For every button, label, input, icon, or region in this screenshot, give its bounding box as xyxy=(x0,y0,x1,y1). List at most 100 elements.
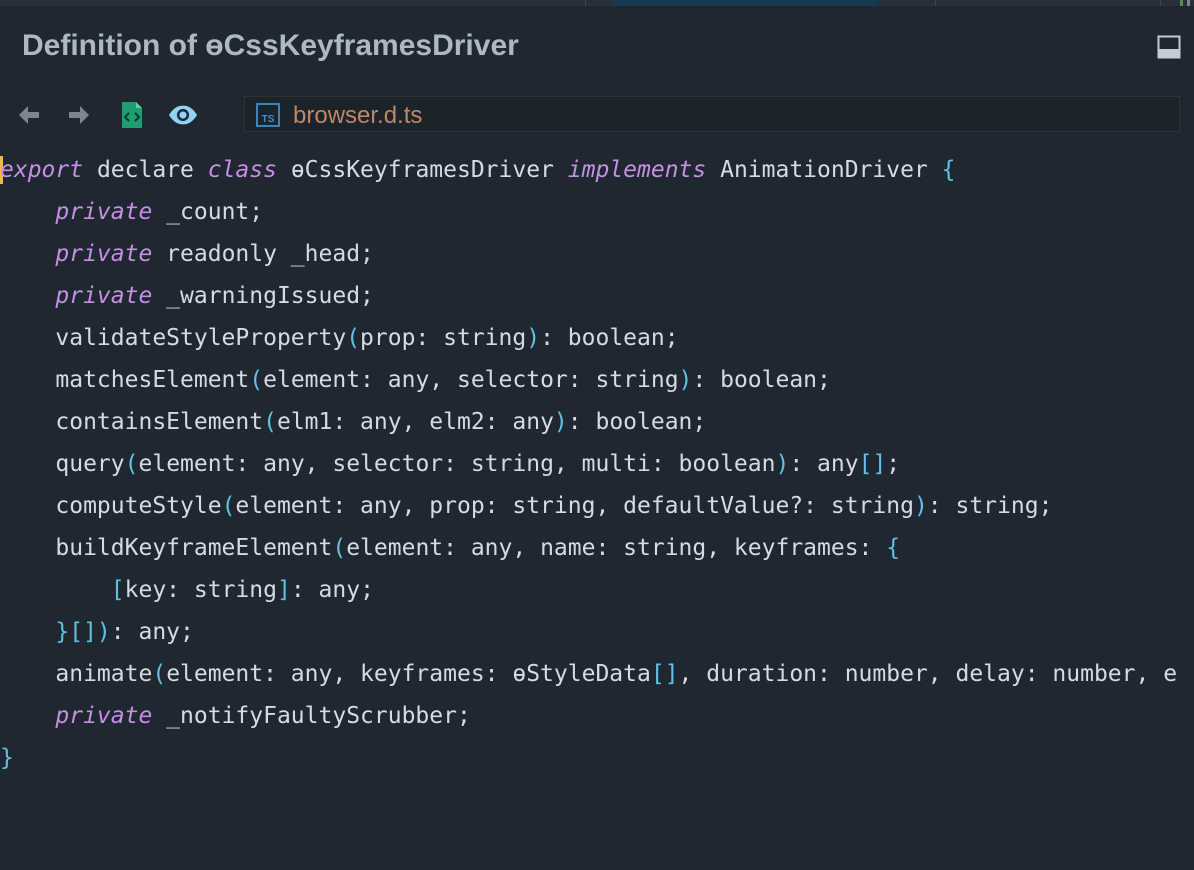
code-text: , duration: number, delay: number, e xyxy=(678,661,1178,687)
code-text: validateStyleProperty xyxy=(55,325,347,351)
code-text: : string; xyxy=(927,493,1053,519)
tab-separator xyxy=(585,0,586,6)
code-punctuation: ( xyxy=(263,409,277,435)
code-text: _notifyFaultyScrubber; xyxy=(152,703,471,729)
file-path-bar[interactable]: TS browser.d.ts xyxy=(244,96,1180,132)
file-name-link[interactable]: browser.d.ts xyxy=(293,97,422,133)
eye-icon xyxy=(168,105,198,125)
code-keyword: implements xyxy=(567,157,707,183)
status-marker xyxy=(1180,0,1183,6)
code-text: computeStyle xyxy=(55,493,222,519)
code-punctuation: ( xyxy=(124,451,139,477)
code-text: buildKeyframeElement xyxy=(55,535,333,561)
code-punctuation: ) xyxy=(775,451,790,477)
code-text: _count; xyxy=(152,199,264,225)
code-text: query xyxy=(55,451,125,477)
forward-arrow-icon xyxy=(69,106,89,124)
code-view[interactable]: export declare class ɵCssKeyframesDriver… xyxy=(0,149,1194,870)
code-keyword: private xyxy=(55,283,153,309)
code-text: element: any, selector: string xyxy=(263,367,679,393)
popup-toolbar: TS browser.d.ts xyxy=(0,96,1194,134)
code-line: export declare class ɵCssKeyframesDriver… xyxy=(0,149,956,191)
code-text: : any; xyxy=(290,577,374,603)
code-text: containsElement xyxy=(55,409,264,435)
code-text: : any; xyxy=(110,619,194,645)
popup-title: Definition of ɵCssKeyframesDriver xyxy=(22,29,519,62)
code-text: : any xyxy=(789,451,859,477)
code-line: buildKeyframeElement(element: any, name:… xyxy=(0,527,900,569)
code-text: prop: string xyxy=(360,325,527,351)
code-text: key: string xyxy=(124,577,277,603)
code-punctuation: [] xyxy=(650,661,679,687)
code-punctuation: ) xyxy=(913,493,928,519)
tab-separator xyxy=(935,0,936,6)
code-line: validateStyleProperty(prop: string): boo… xyxy=(0,317,679,359)
code-punctuation: ( xyxy=(152,661,167,687)
code-line: private _warningIssued; xyxy=(0,275,374,317)
code-text: elm1: any, elm2: any xyxy=(276,409,554,435)
code-text: ɵCssKeyframesDriver xyxy=(276,157,568,183)
code-text: : boolean; xyxy=(540,325,679,351)
code-text: : boolean; xyxy=(692,367,831,393)
forward-button[interactable] xyxy=(64,100,94,130)
jump-to-source-button[interactable] xyxy=(117,100,147,130)
code-keyword: private xyxy=(55,199,153,225)
code-keyword: export xyxy=(0,157,84,183)
source-file-icon xyxy=(122,102,142,128)
code-line: private _notifyFaultyScrubber; xyxy=(0,695,471,737)
code-text: ; xyxy=(886,451,901,477)
code-text: declare xyxy=(83,157,208,183)
code-punctuation: }[]) xyxy=(55,619,111,645)
code-punctuation: ] xyxy=(276,577,291,603)
code-punctuation: ( xyxy=(221,493,236,519)
back-arrow-icon xyxy=(19,106,39,124)
code-keyword: private xyxy=(55,241,153,267)
code-line: }[]): any; xyxy=(0,611,194,653)
code-punctuation: } xyxy=(0,745,14,771)
code-keyword: private xyxy=(55,703,153,729)
code-line: [key: string]: any; xyxy=(0,569,374,611)
code-line: containsElement(elm1: any, elm2: any): b… xyxy=(0,401,706,443)
code-text: AnimationDriver xyxy=(706,157,942,183)
code-text: matchesElement xyxy=(55,367,250,393)
maximize-button[interactable] xyxy=(1157,35,1181,59)
code-line: } xyxy=(0,737,14,779)
code-text: element: any, prop: string, defaultValue… xyxy=(235,493,914,519)
code-punctuation: ( xyxy=(332,535,347,561)
code-line: animate(element: any, keyframes: ɵStyleD… xyxy=(0,653,1177,695)
code-punctuation: [] xyxy=(858,451,887,477)
code-line: matchesElement(element: any, selector: s… xyxy=(0,359,831,401)
code-text: element: any, keyframes: ɵStyleData xyxy=(166,661,651,687)
code-line: query(element: any, selector: string, mu… xyxy=(0,443,900,485)
code-text: animate xyxy=(55,661,153,687)
tab-separator xyxy=(1160,0,1161,6)
code-punctuation: [ xyxy=(110,577,125,603)
status-marker xyxy=(1187,0,1190,6)
code-text: : boolean; xyxy=(567,409,707,435)
typescript-file-icon: TS xyxy=(256,103,280,127)
code-keyword: class xyxy=(207,157,277,183)
code-text: element: any, name: string, keyframes: xyxy=(346,535,887,561)
code-punctuation: ) xyxy=(553,409,568,435)
code-punctuation: ) xyxy=(678,367,693,393)
active-tab-indicator xyxy=(612,0,878,6)
back-button[interactable] xyxy=(14,100,44,130)
code-punctuation: ) xyxy=(526,325,541,351)
maximize-icon xyxy=(1157,35,1181,59)
code-punctuation: ( xyxy=(346,325,361,351)
show-preview-button[interactable] xyxy=(168,100,198,130)
editor-tab-strip xyxy=(0,0,1194,6)
